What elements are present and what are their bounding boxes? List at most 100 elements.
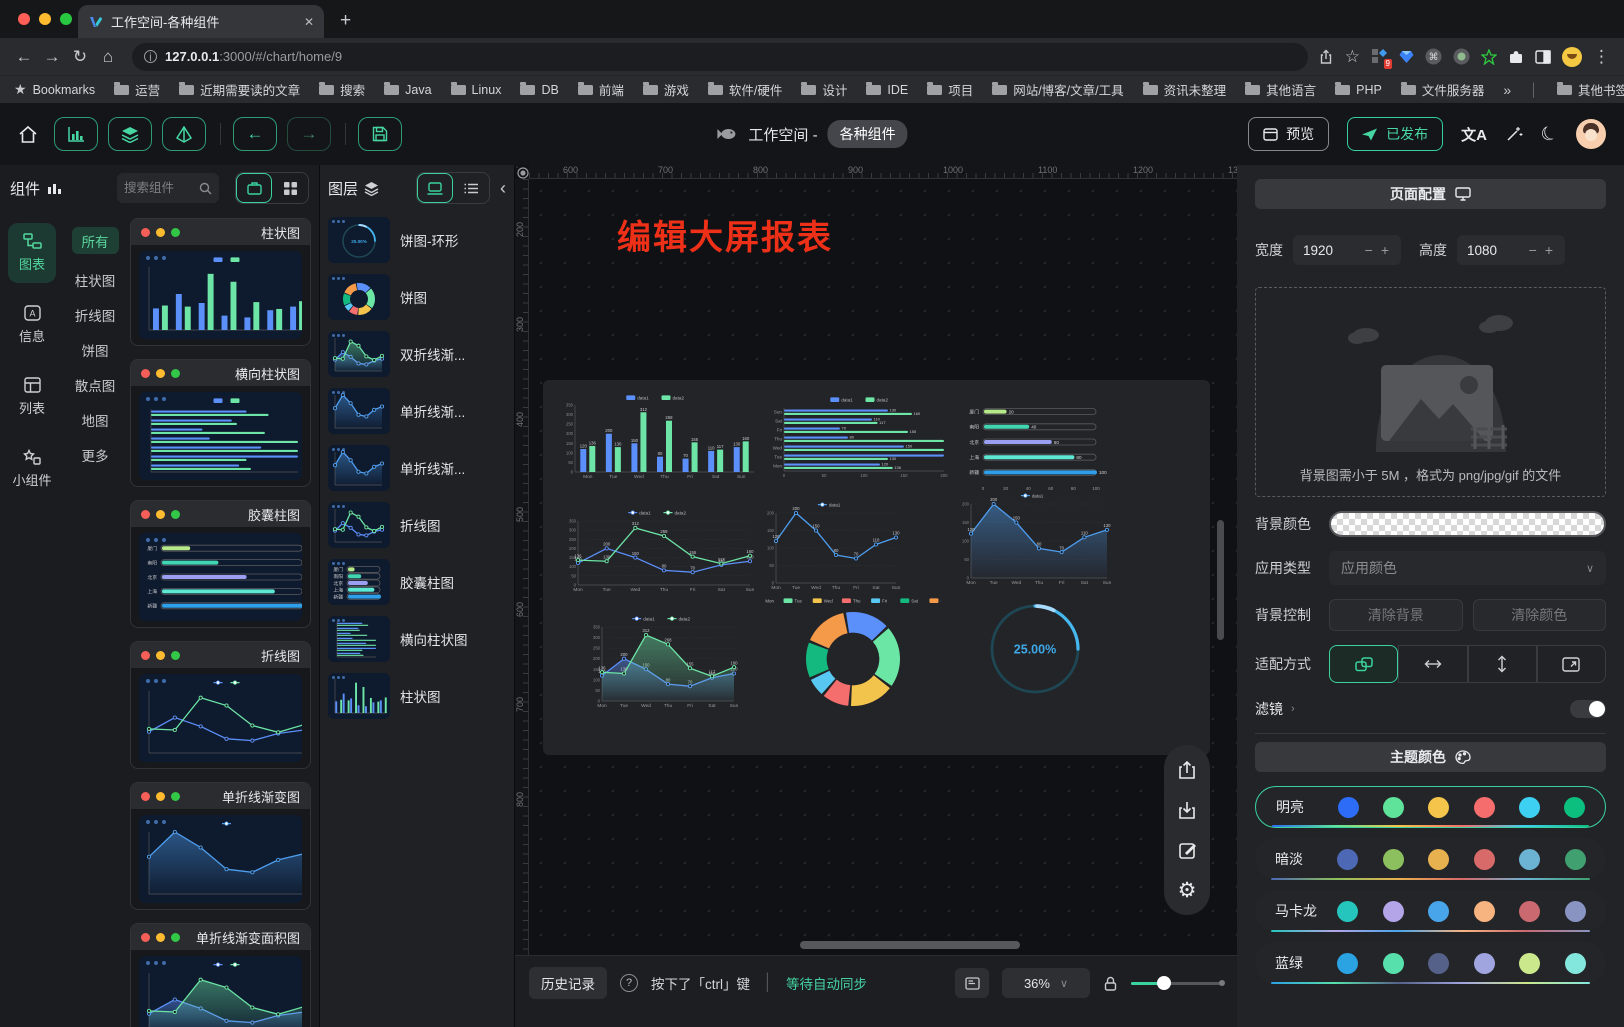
collapse-panel-icon[interactable]: ‹ (500, 178, 506, 199)
canvas-heading-text[interactable]: 编辑大屏报表 (617, 210, 833, 259)
bg-color-swatch[interactable] (1329, 511, 1606, 537)
layers-view-list-toggle[interactable] (453, 173, 489, 203)
filter-toggle[interactable] (1570, 700, 1606, 718)
zoom-slider[interactable] (1131, 976, 1223, 990)
width-stepper[interactable]: 1920 −+ (1293, 235, 1401, 265)
canvas-chart-line-single-area[interactable]: data10501001502001202001508070110130MonT… (956, 491, 1114, 589)
publish-button[interactable]: 已发布 (1347, 117, 1443, 151)
bookmark-item[interactable]: 文件服务器 (1401, 80, 1485, 99)
filter-panel-toggle-button[interactable] (162, 117, 206, 151)
layer-item[interactable]: 单折线渐... (320, 439, 514, 496)
category-item-7[interactable]: 更多 (82, 437, 109, 472)
fit-full-button[interactable] (1537, 645, 1606, 683)
layer-item[interactable]: 厦门南阳北京上海新疆胶囊柱图 (320, 553, 514, 610)
height-stepper[interactable]: 1080 −+ (1457, 235, 1565, 265)
layer-item[interactable]: 柱状图 (320, 667, 514, 724)
user-avatar[interactable] (1576, 119, 1606, 149)
bookmarks-overflow-icon[interactable]: » (1503, 82, 1511, 98)
import-icon[interactable] (1174, 797, 1200, 823)
star-extension-icon[interactable] (1481, 49, 1497, 65)
component-card[interactable]: 单折线渐变面积图 (130, 923, 311, 1027)
minimize-window-icon[interactable] (39, 13, 51, 25)
category-item-2[interactable]: 柱状图 (75, 262, 116, 297)
bookmark-item[interactable]: DB (520, 80, 558, 99)
address-bar[interactable]: i 127.0.0.1:3000/#/chart/home/9 (132, 43, 1308, 71)
bookmark-item[interactable]: 其他语言 (1245, 80, 1316, 99)
share-icon[interactable] (1318, 49, 1334, 65)
translate-icon[interactable]: 文A (1461, 124, 1487, 145)
layer-item[interactable]: 横向柱状图 (320, 610, 514, 667)
layer-item[interactable]: 双折线渐... (320, 325, 514, 382)
canvas-chart-bar-grouped[interactable]: data1data2050100150200250300350120200150… (560, 393, 756, 483)
chevron-right-icon[interactable]: › (1291, 703, 1295, 715)
site-info-icon[interactable]: i (144, 50, 157, 63)
component-card[interactable]: 折线图 (130, 641, 311, 769)
gem-extension-icon[interactable] (1399, 50, 1414, 64)
fit-height-button[interactable] (1468, 645, 1537, 683)
canvas-chart-progress-ring[interactable]: 25.00% (987, 601, 1083, 697)
layers-panel-toggle-button[interactable] (108, 117, 152, 151)
command-extension-icon[interactable]: ⌘ (1425, 48, 1442, 65)
bookmark-item[interactable]: 软件/硬件 (708, 80, 782, 99)
preview-button[interactable]: 预览 (1248, 117, 1329, 151)
theme-row-蓝绿[interactable]: 蓝绿 (1255, 942, 1606, 984)
background-upload-dropzone[interactable]: 背景图需小于 5M ，格式为 png/jpg/gif 的文件 (1255, 287, 1606, 497)
layer-item[interactable]: 25.00%饼图-环形 (320, 211, 514, 268)
lock-icon[interactable] (1103, 976, 1118, 991)
history-button[interactable]: 历史记录 (529, 967, 607, 999)
fit-scale-button[interactable] (1329, 645, 1398, 683)
bookmark-item[interactable]: 资讯未整理 (1143, 80, 1227, 99)
reload-icon[interactable]: ↻ (66, 47, 94, 67)
component-card[interactable]: 单折线渐变图 (130, 782, 311, 910)
bookmark-item[interactable]: 网站/博客/文章/工具 (992, 80, 1123, 99)
edit-icon[interactable] (1174, 837, 1200, 863)
bookmark-item[interactable]: 搜索 (319, 80, 365, 99)
bookmark-item[interactable]: 运营 (114, 80, 160, 99)
category-item-4[interactable]: 饼图 (82, 332, 109, 367)
eye-icon[interactable] (516, 166, 529, 179)
window-controls[interactable] (18, 13, 72, 25)
decrease-icon[interactable]: − (1363, 242, 1375, 258)
bottom-panel-icon[interactable] (955, 968, 989, 998)
extension-grid-icon[interactable]: 9 (1371, 48, 1388, 65)
dot-extension-icon[interactable] (1453, 48, 1470, 65)
component-card[interactable]: 横向柱状图 (130, 359, 311, 487)
increase-icon[interactable]: + (1379, 242, 1391, 258)
magic-wand-icon[interactable] (1505, 125, 1523, 143)
bookmark-item[interactable]: 项目 (927, 80, 973, 99)
component-view-toggle-grid[interactable] (272, 173, 308, 203)
zoom-level-select[interactable]: 36% ∨ (1002, 968, 1090, 998)
sidebar-item-3[interactable]: 列表 (8, 367, 56, 427)
sidebar-item-1[interactable]: 图表 (8, 223, 56, 283)
bookmark-item[interactable]: IDE (866, 80, 908, 99)
bookmark-item[interactable]: PHP (1335, 80, 1382, 99)
category-item-3[interactable]: 折线图 (75, 297, 116, 332)
dashboard-preview[interactable]: data1data2050100150200250300350120200150… (543, 380, 1210, 755)
bookmark-item[interactable]: 设计 (801, 80, 847, 99)
component-card[interactable]: 柱状图 (130, 218, 311, 346)
component-view-toggle-box[interactable] (236, 173, 272, 203)
vertical-scrollbar[interactable] (1217, 520, 1224, 640)
bookmark-item[interactable]: Java (384, 80, 431, 99)
layer-item[interactable]: 折线图 (320, 496, 514, 553)
category-item-1[interactable]: 所有 (72, 227, 119, 254)
layer-item[interactable]: 单折线渐... (320, 382, 514, 439)
sidebar-item-4[interactable]: 小组件 (8, 439, 56, 499)
bookmark-item[interactable]: 游戏 (643, 80, 689, 99)
new-tab-button[interactable]: + (340, 10, 351, 32)
component-search[interactable] (117, 173, 219, 203)
export-icon[interactable] (1174, 757, 1200, 783)
profile-avatar[interactable] (1562, 47, 1582, 67)
increase-icon[interactable]: + (1543, 242, 1555, 258)
browser-tab[interactable]: 工作空间-各种组件 ✕ (78, 5, 324, 38)
decrease-icon[interactable]: − (1527, 242, 1539, 258)
clear-color-button[interactable]: 清除颜色 (1473, 599, 1607, 631)
app-home-icon[interactable] (18, 125, 38, 144)
layer-item[interactable]: 饼图 (320, 268, 514, 325)
app-type-select[interactable]: 应用颜色 ∨ (1329, 551, 1606, 585)
theme-row-马卡龙[interactable]: 马卡龙 (1255, 890, 1606, 932)
canvas-chart-line-dual-area[interactable]: data1data2050100150200250300350120200150… (587, 614, 741, 712)
component-card[interactable]: 胶囊柱图厦门南阳北京上海新疆 (130, 500, 311, 628)
sidebar-item-2[interactable]: A信息 (8, 295, 56, 355)
forward-icon[interactable]: → (38, 47, 66, 67)
